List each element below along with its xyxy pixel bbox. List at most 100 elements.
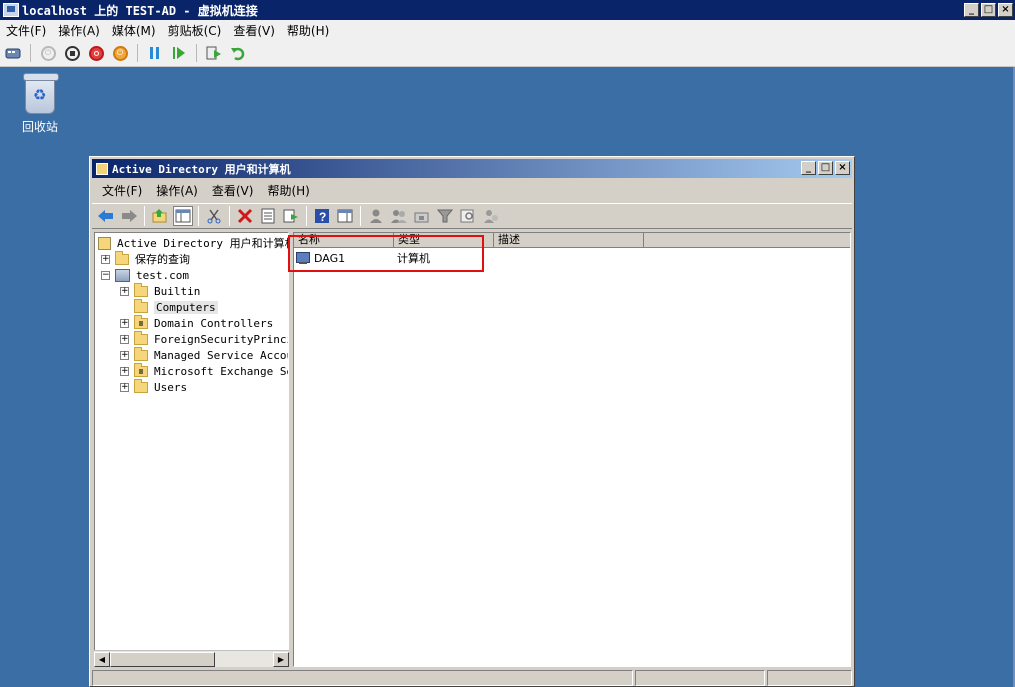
status-panel — [635, 670, 765, 686]
expand-icon[interactable]: + — [101, 254, 110, 264]
tree-item-label: Builtin — [154, 284, 201, 298]
collapse-icon[interactable]: − — [101, 270, 110, 280]
vm-menu-help[interactable]: 帮助(H) — [287, 22, 329, 39]
find-icon[interactable] — [458, 206, 478, 226]
up-one-level-icon[interactable] — [150, 206, 170, 226]
status-panel — [92, 670, 633, 686]
maximize-button[interactable]: □ — [981, 3, 996, 17]
tree-item-domain-controllers[interactable]: + Domain Controllers — [120, 314, 274, 331]
ad-maximize-button[interactable]: □ — [818, 161, 833, 175]
list-item[interactable]: DAG1 计算机 — [296, 250, 497, 266]
ad-window-title: Active Directory 用户和计算机 — [112, 162, 291, 176]
ad-root-icon — [98, 236, 111, 250]
ad-titlebar: Active Directory 用户和计算机 _ □ × — [92, 159, 852, 178]
vm-menu-action[interactable]: 操作(A) — [58, 22, 100, 39]
filter-icon[interactable] — [435, 206, 455, 226]
start-icon[interactable]: ⏻ — [39, 44, 57, 62]
folder-icon — [134, 330, 148, 345]
help-icon[interactable]: ? — [312, 206, 332, 226]
tree-item-label: Managed Service Accour — [154, 348, 289, 362]
vm-menu-view[interactable]: 查看(V) — [233, 22, 275, 39]
save-state-icon[interactable]: ⏻ — [111, 44, 129, 62]
folder-icon — [115, 250, 129, 265]
action-pane-icon[interactable] — [335, 206, 355, 226]
revert-icon[interactable] — [229, 44, 247, 62]
tree-item-microsoft-exchange-security[interactable]: + Microsoft Exchange Sec — [120, 362, 288, 379]
expand-icon[interactable]: + — [120, 334, 129, 344]
tree-item-foreign-security-principals[interactable]: + ForeignSecurityPrincip — [120, 330, 289, 347]
column-name-header[interactable]: 名称 — [294, 233, 394, 248]
column-filler — [644, 233, 850, 248]
ctrl-alt-del-icon[interactable] — [4, 44, 22, 62]
shut-down-icon[interactable] — [87, 44, 105, 62]
properties-icon[interactable] — [258, 206, 278, 226]
folder-icon — [134, 378, 148, 393]
ad-close-button[interactable]: × — [835, 161, 850, 175]
expand-icon[interactable]: + — [120, 382, 129, 392]
back-icon[interactable] — [96, 206, 116, 226]
recycle-bin[interactable]: 回收站 — [18, 73, 62, 135]
folder-icon — [134, 282, 148, 297]
computer-type: 计算机 — [397, 252, 430, 265]
vm-menubar: 文件(F) 操作(A) 媒体(M) 剪贴板(C) 查看(V) 帮助(H) — [0, 20, 1015, 40]
tree-item-users[interactable]: + Users — [120, 378, 188, 395]
tree-item-label: ForeignSecurityPrincip — [154, 332, 289, 346]
scroll-left-button[interactable]: ◀ — [94, 651, 110, 667]
tree-item-managed-service-accounts[interactable]: + Managed Service Accour — [120, 346, 289, 363]
toolbar-separator — [229, 206, 230, 226]
expand-icon[interactable]: + — [120, 318, 129, 328]
new-ou-icon[interactable] — [412, 206, 432, 226]
turn-off-icon[interactable] — [63, 44, 81, 62]
svg-text:?: ? — [319, 210, 326, 224]
resume-icon[interactable] — [170, 44, 188, 62]
toolbar-separator — [360, 206, 361, 226]
tree-item-computers[interactable]: Computers — [120, 298, 218, 315]
ad-menu-file[interactable]: 文件(F) — [102, 182, 142, 199]
ad-menu-view[interactable]: 查看(V) — [212, 182, 254, 199]
scroll-thumb[interactable] — [110, 651, 215, 667]
tree-root[interactable]: Active Directory 用户和计算机 — [98, 235, 288, 251]
forward-icon[interactable] — [119, 206, 139, 226]
toolbar-separator — [198, 206, 199, 226]
tree-item-domain[interactable]: − test.com — [101, 267, 189, 283]
ad-app-icon — [96, 162, 108, 175]
status-bar — [92, 670, 852, 686]
new-group-icon[interactable] — [389, 206, 409, 226]
tree-item-label: Domain Controllers — [154, 316, 274, 330]
ad-menu-action[interactable]: 操作(A) — [156, 182, 198, 199]
column-description-header[interactable]: 描述 — [494, 233, 644, 248]
toolbar-separator — [196, 44, 197, 62]
show-hide-tree-icon[interactable] — [173, 206, 193, 226]
ad-menu-help[interactable]: 帮助(H) — [267, 182, 309, 199]
add-to-group-icon[interactable] — [481, 206, 501, 226]
export-list-icon[interactable] — [281, 206, 301, 226]
column-type-header[interactable]: 类型 — [394, 233, 494, 248]
vm-toolbar: ⏻ ⏻ — [0, 40, 1015, 67]
computer-name: DAG1 — [314, 251, 346, 265]
console-tree: Active Directory 用户和计算机 + 保存的查询 − test.c… — [94, 232, 289, 667]
vm-menu-media[interactable]: 媒体(M) — [112, 22, 156, 39]
toolbar-separator — [144, 206, 145, 226]
minimize-button[interactable]: _ — [964, 3, 979, 17]
folder-icon — [134, 346, 148, 361]
tree-horizontal-scrollbar[interactable]: ◀ ▶ — [94, 650, 289, 667]
tree-item-label: Computers — [154, 300, 218, 314]
tree-item-saved-queries[interactable]: + 保存的查询 — [101, 250, 190, 267]
ou-folder-icon — [134, 314, 148, 329]
cut-icon[interactable] — [204, 206, 224, 226]
snapshot-icon[interactable] — [205, 44, 223, 62]
pause-icon[interactable] — [146, 44, 164, 62]
expand-icon[interactable]: + — [120, 286, 129, 296]
expand-icon[interactable]: + — [120, 366, 129, 376]
tree-item-builtin[interactable]: + Builtin — [120, 282, 201, 299]
new-user-icon[interactable] — [366, 206, 386, 226]
close-button[interactable]: × — [998, 3, 1013, 17]
tree-item-label: Users — [154, 380, 188, 394]
vm-menu-clipboard[interactable]: 剪贴板(C) — [168, 22, 222, 39]
vm-menu-file[interactable]: 文件(F) — [6, 22, 46, 39]
delete-icon[interactable] — [235, 206, 255, 226]
tree-item-label: test.com — [136, 268, 189, 282]
ad-minimize-button[interactable]: _ — [801, 161, 816, 175]
expand-icon[interactable]: + — [120, 350, 129, 360]
scroll-right-button[interactable]: ▶ — [273, 651, 289, 667]
